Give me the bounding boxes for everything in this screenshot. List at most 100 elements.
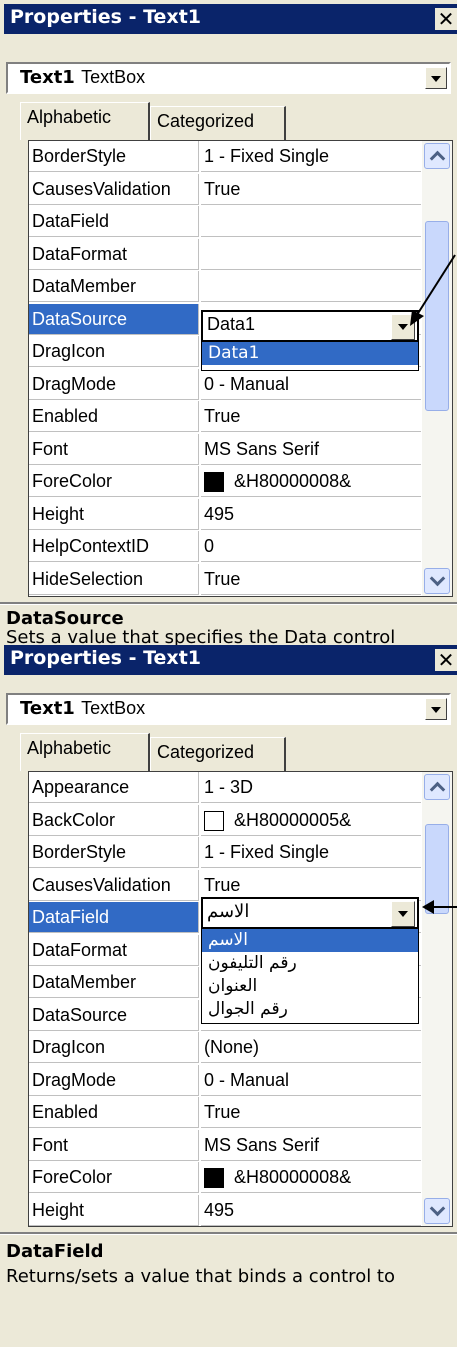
property-name: Enabled xyxy=(29,401,199,432)
property-row[interactable]: DataMember xyxy=(29,271,421,303)
property-name: DataMember xyxy=(29,967,199,998)
property-value[interactable]: 1 - Fixed Single xyxy=(201,837,421,868)
properties-window-2: Properties - Text1 ✕ Text1 TextBox Alpha… xyxy=(0,645,457,1347)
property-value[interactable]: (None) xyxy=(201,1032,421,1063)
property-value[interactable]: 0 - Manual xyxy=(201,1065,421,1096)
tab-alphabetic[interactable]: Alphabetic xyxy=(20,102,150,140)
property-value[interactable]: &H80000005& xyxy=(201,805,421,836)
property-row[interactable]: Enabled True xyxy=(29,1097,421,1129)
chevron-down-icon[interactable] xyxy=(425,698,447,720)
tab-categorized[interactable]: Categorized xyxy=(150,737,286,771)
properties-window-1: Properties - Text1 ✕ Text1 TextBox Alpha… xyxy=(0,0,457,645)
property-name: Appearance xyxy=(29,772,199,803)
property-row[interactable]: Height 495 xyxy=(29,1194,421,1227)
property-name: Height xyxy=(29,498,199,530)
property-value[interactable]: MS Sans Serif xyxy=(201,434,421,465)
property-value-text: &H80000005& xyxy=(234,809,352,830)
property-value[interactable]: 1 - Fixed Single xyxy=(201,141,421,172)
property-name: DataField xyxy=(29,206,199,237)
property-row[interactable]: Appearance 1 - 3D xyxy=(29,772,421,804)
property-value[interactable]: True xyxy=(201,564,421,595)
property-row[interactable]: DragMode 0 - Manual xyxy=(29,368,421,401)
divider xyxy=(0,602,457,605)
property-name: DataMember xyxy=(29,271,199,302)
property-value[interactable]: True xyxy=(201,401,421,432)
property-row[interactable]: Height 495 xyxy=(29,498,421,531)
property-name: DataField xyxy=(29,902,199,933)
property-name: HideSelection xyxy=(29,563,199,595)
property-value[interactable]: 0 xyxy=(201,531,421,562)
close-icon[interactable]: ✕ xyxy=(435,649,457,671)
dropdown-option[interactable]: رقم التليفون xyxy=(202,952,418,975)
datasource-edit-value[interactable]: Data1 xyxy=(207,314,255,335)
dropdown-option[interactable]: الاسم xyxy=(202,929,418,952)
description-text: Sets a value that specifies the Data con… xyxy=(6,627,396,645)
property-row[interactable]: Font MS Sans Serif xyxy=(29,1129,421,1162)
property-name: Font xyxy=(29,1129,199,1161)
property-value[interactable]: &H80000008& xyxy=(201,1162,421,1193)
property-name: Font xyxy=(29,433,199,465)
object-selector[interactable]: Text1 TextBox xyxy=(6,62,451,94)
property-row[interactable]: Font MS Sans Serif xyxy=(29,433,421,466)
property-name: HelpContextID xyxy=(29,531,199,562)
property-row[interactable]: ForeColor &H80000008& xyxy=(29,466,421,498)
property-value[interactable]: &H80000008& xyxy=(201,466,421,497)
property-value[interactable]: 1 - 3D xyxy=(201,772,421,803)
property-value-text: &H80000008& xyxy=(234,1167,352,1187)
property-value[interactable]: True xyxy=(201,870,421,901)
property-row[interactable]: HideSelection True xyxy=(29,563,421,596)
property-name: BackColor xyxy=(29,804,199,836)
property-row[interactable]: ForeColor &H80000008& xyxy=(29,1162,421,1194)
vertical-scrollbar[interactable] xyxy=(422,141,452,596)
property-value-text: &H80000008& xyxy=(234,471,352,491)
property-row[interactable]: BorderStyle 1 - Fixed Single xyxy=(29,141,421,173)
datafield-dropdown-list: الاسم رقم التليفون العنوان رقم الجوال xyxy=(201,928,419,1024)
property-value[interactable]: MS Sans Serif xyxy=(201,1130,421,1161)
description-text: Returns/sets a value that binds a contro… xyxy=(6,1266,395,1287)
property-row[interactable]: DragIcon (None) xyxy=(29,1032,421,1064)
chevron-down-icon[interactable] xyxy=(425,67,447,89)
property-value[interactable]: 0 - Manual xyxy=(201,369,421,400)
vertical-scrollbar[interactable] xyxy=(422,772,452,1226)
dropdown-option[interactable]: رقم الجوال xyxy=(202,998,418,1021)
datasource-combo[interactable]: Data1 xyxy=(201,310,419,342)
chevron-down-icon[interactable] xyxy=(391,901,415,927)
property-row[interactable]: HelpContextID 0 xyxy=(29,531,421,563)
title-bar: Properties - Text1 ✕ xyxy=(4,645,457,677)
tab-alphabetic[interactable]: Alphabetic xyxy=(20,733,150,771)
property-value[interactable]: 495 xyxy=(201,499,421,530)
property-name: DragMode xyxy=(29,1064,199,1096)
scroll-down-icon[interactable] xyxy=(424,1198,450,1224)
pointer-arrow-icon xyxy=(422,900,457,914)
dropdown-option[interactable]: Data1 xyxy=(202,342,418,365)
property-row[interactable]: DragMode 0 - Manual xyxy=(29,1064,421,1097)
object-selector[interactable]: Text1 TextBox xyxy=(6,693,451,725)
datasource-dropdown-list: Data1 xyxy=(201,341,419,371)
tab-categorized[interactable]: Categorized xyxy=(150,106,286,140)
property-name: DataFormat xyxy=(29,934,199,966)
property-value[interactable]: True xyxy=(201,1097,421,1128)
close-icon[interactable]: ✕ xyxy=(435,8,457,30)
property-value[interactable]: True xyxy=(201,174,421,205)
property-value[interactable]: 495 xyxy=(201,1195,421,1226)
property-row[interactable]: CausesValidation True xyxy=(29,173,421,206)
property-name: CausesValidation xyxy=(29,173,199,205)
property-row[interactable]: BackColor &H80000005& xyxy=(29,804,421,837)
scroll-up-icon[interactable] xyxy=(424,143,450,169)
property-row[interactable]: BorderStyle 1 - Fixed Single xyxy=(29,837,421,869)
property-row[interactable]: DataFormat xyxy=(29,238,421,271)
datafield-edit-value[interactable]: الاسم xyxy=(207,901,249,922)
property-value[interactable] xyxy=(201,271,421,302)
property-value[interactable] xyxy=(201,206,421,237)
property-name: Enabled xyxy=(29,1097,199,1128)
scroll-down-icon[interactable] xyxy=(424,568,450,594)
property-value[interactable] xyxy=(201,239,421,270)
datafield-combo[interactable]: الاسم xyxy=(201,897,419,929)
color-swatch xyxy=(204,1168,224,1189)
scroll-up-icon[interactable] xyxy=(424,774,450,800)
property-name: BorderStyle xyxy=(29,837,199,868)
property-row[interactable]: Enabled True xyxy=(29,401,421,433)
dropdown-option[interactable]: العنوان xyxy=(202,975,418,998)
color-swatch xyxy=(204,472,224,493)
property-row[interactable]: DataField xyxy=(29,206,421,238)
